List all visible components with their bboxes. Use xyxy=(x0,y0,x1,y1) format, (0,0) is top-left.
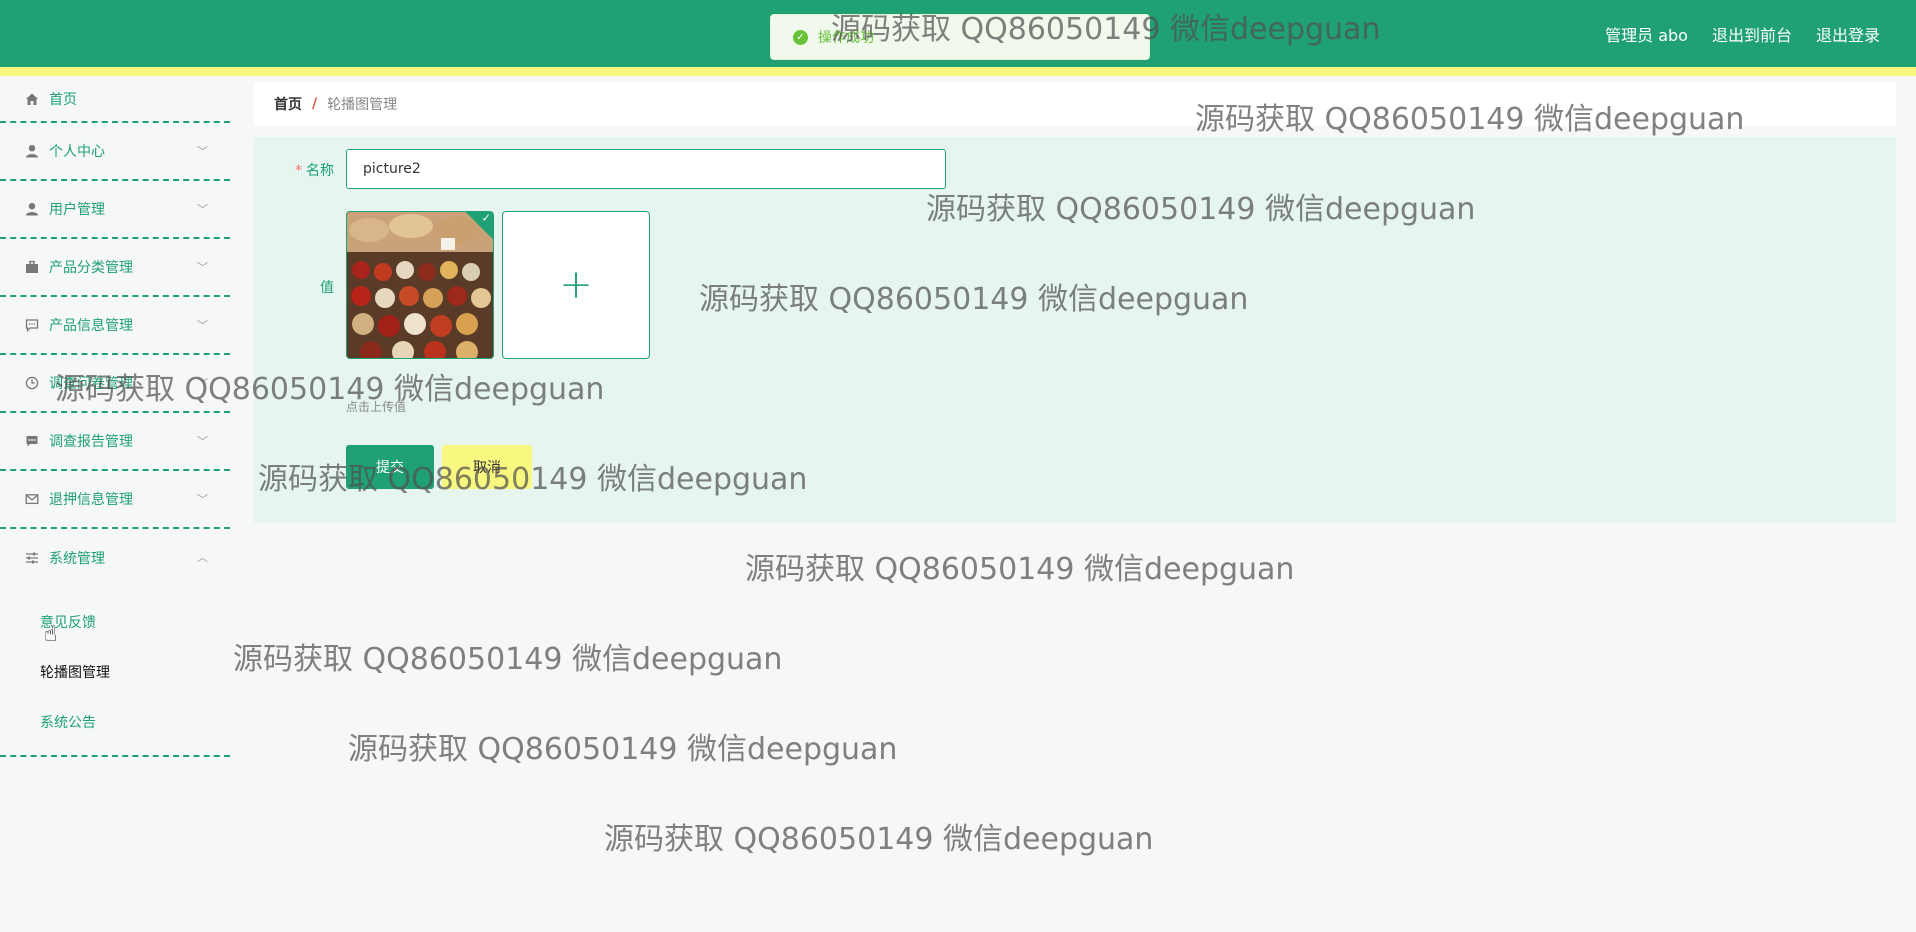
watermark-text: 源码获取 QQ86050149 微信deepguan xyxy=(745,552,1295,587)
success-toast: ✓ 操作成功 xyxy=(770,14,1150,60)
sidebar-subitem-announcement[interactable]: 系统公告 xyxy=(0,697,230,747)
breadcrumb-home[interactable]: 首页 xyxy=(274,94,302,114)
submit-button[interactable]: 提交 xyxy=(346,445,434,489)
breadcrumb: 首页 / 轮播图管理 xyxy=(254,82,1896,126)
sidebar-item-label: 调查问卷管理 xyxy=(49,376,133,392)
sidebar-subitem-carousel[interactable]: 轮播图管理 xyxy=(0,647,230,697)
clock-icon xyxy=(24,375,40,391)
sidebar-item-system-management[interactable]: 系统管理 ︿ xyxy=(0,529,230,587)
breadcrumb-current: 轮播图管理 xyxy=(327,97,398,113)
sidebar-item-label: 系统管理 xyxy=(49,551,105,567)
required-asterisk: * xyxy=(295,163,302,179)
sidebar-item-label: 产品信息管理 xyxy=(49,318,133,334)
header-accent-strip xyxy=(0,67,1916,76)
name-input[interactable] xyxy=(346,149,946,189)
system-management-submenu: 意见反馈 轮播图管理 系统公告 xyxy=(0,587,230,757)
message-icon xyxy=(24,433,40,449)
sidebar-item-personal-center[interactable]: 个人中心 ﹀ xyxy=(0,123,230,181)
chevron-down-icon: ﹀ xyxy=(197,493,208,506)
sidebar-item-label: 调查报告管理 xyxy=(49,434,133,450)
sidebar-item-survey-report[interactable]: 调查报告管理 ﹀ xyxy=(0,413,230,471)
check-icon: ✓ xyxy=(481,211,491,225)
uploaded-image-thumbnail[interactable]: ✓ xyxy=(346,211,494,359)
cancel-button[interactable]: 取消 xyxy=(442,445,532,489)
sidebar-item-label: 用户管理 xyxy=(49,202,105,218)
mail-icon xyxy=(24,491,40,507)
hand-cursor-icon: ☝ xyxy=(44,622,58,647)
value-label: 值 xyxy=(320,280,334,296)
chevron-down-icon: ﹀ xyxy=(197,377,208,390)
sidebar-item-product-category[interactable]: 产品分类管理 ﹀ xyxy=(0,239,230,297)
sidebar: 首页 个人中心 ﹀ 用户管理 ﹀ 产品分类管理 ﹀ 产品信息管理 ﹀ 调查问卷管… xyxy=(0,76,230,932)
sidebar-item-user-management[interactable]: 用户管理 ﹀ xyxy=(0,181,230,239)
user-icon xyxy=(24,201,40,217)
home-icon xyxy=(24,91,40,107)
back-to-frontend-link[interactable]: 退出到前台 xyxy=(1712,22,1792,46)
sidebar-item-deposit-refund[interactable]: 退押信息管理 ﹀ xyxy=(0,471,230,529)
watermark-text: 源码获取 QQ86050149 微信deepguan xyxy=(233,642,783,677)
chevron-up-icon: ︿ xyxy=(197,551,208,564)
watermark-text: 源码获取 QQ86050149 微信deepguan xyxy=(348,732,898,767)
sliders-icon xyxy=(24,550,40,566)
name-label: * 名称 xyxy=(295,163,334,179)
sidebar-item-survey-questionnaire[interactable]: 调查问卷管理 ﹀ xyxy=(0,355,230,413)
briefcase-icon xyxy=(24,259,40,275)
sidebar-item-product-info[interactable]: 产品信息管理 ﹀ xyxy=(0,297,230,355)
chevron-down-icon: ﹀ xyxy=(197,145,208,158)
chat-icon xyxy=(24,317,40,333)
sidebar-item-label: 退押信息管理 xyxy=(49,492,133,508)
sidebar-item-label: 个人中心 xyxy=(49,144,105,160)
header-links: 管理员 abo 退出到前台 退出登录 xyxy=(1605,22,1880,46)
sidebar-item-label: 产品分类管理 xyxy=(49,260,133,276)
pastry-image xyxy=(347,212,493,358)
sidebar-subitem-feedback[interactable]: 意见反馈 xyxy=(0,597,230,647)
upload-hint: 点击上传值 xyxy=(346,400,407,414)
check-circle-icon: ✓ xyxy=(793,29,808,45)
admin-user-label[interactable]: 管理员 abo xyxy=(1605,22,1688,46)
breadcrumb-separator: / xyxy=(312,96,318,112)
image-upload-button[interactable]: + xyxy=(502,211,650,359)
sidebar-item-home[interactable]: 首页 xyxy=(0,76,230,123)
user-icon xyxy=(24,143,40,159)
chevron-down-icon: ﹀ xyxy=(197,203,208,216)
sidebar-item-label: 首页 xyxy=(49,91,77,108)
plus-icon: + xyxy=(559,262,593,308)
chevron-down-icon: ﹀ xyxy=(197,435,208,448)
chevron-down-icon: ﹀ xyxy=(197,261,208,274)
logout-link[interactable]: 退出登录 xyxy=(1816,22,1880,46)
watermark-text: 源码获取 QQ86050149 微信deepguan xyxy=(604,822,1154,857)
chevron-down-icon: ﹀ xyxy=(197,319,208,332)
toast-message: 操作成功 xyxy=(818,30,874,46)
